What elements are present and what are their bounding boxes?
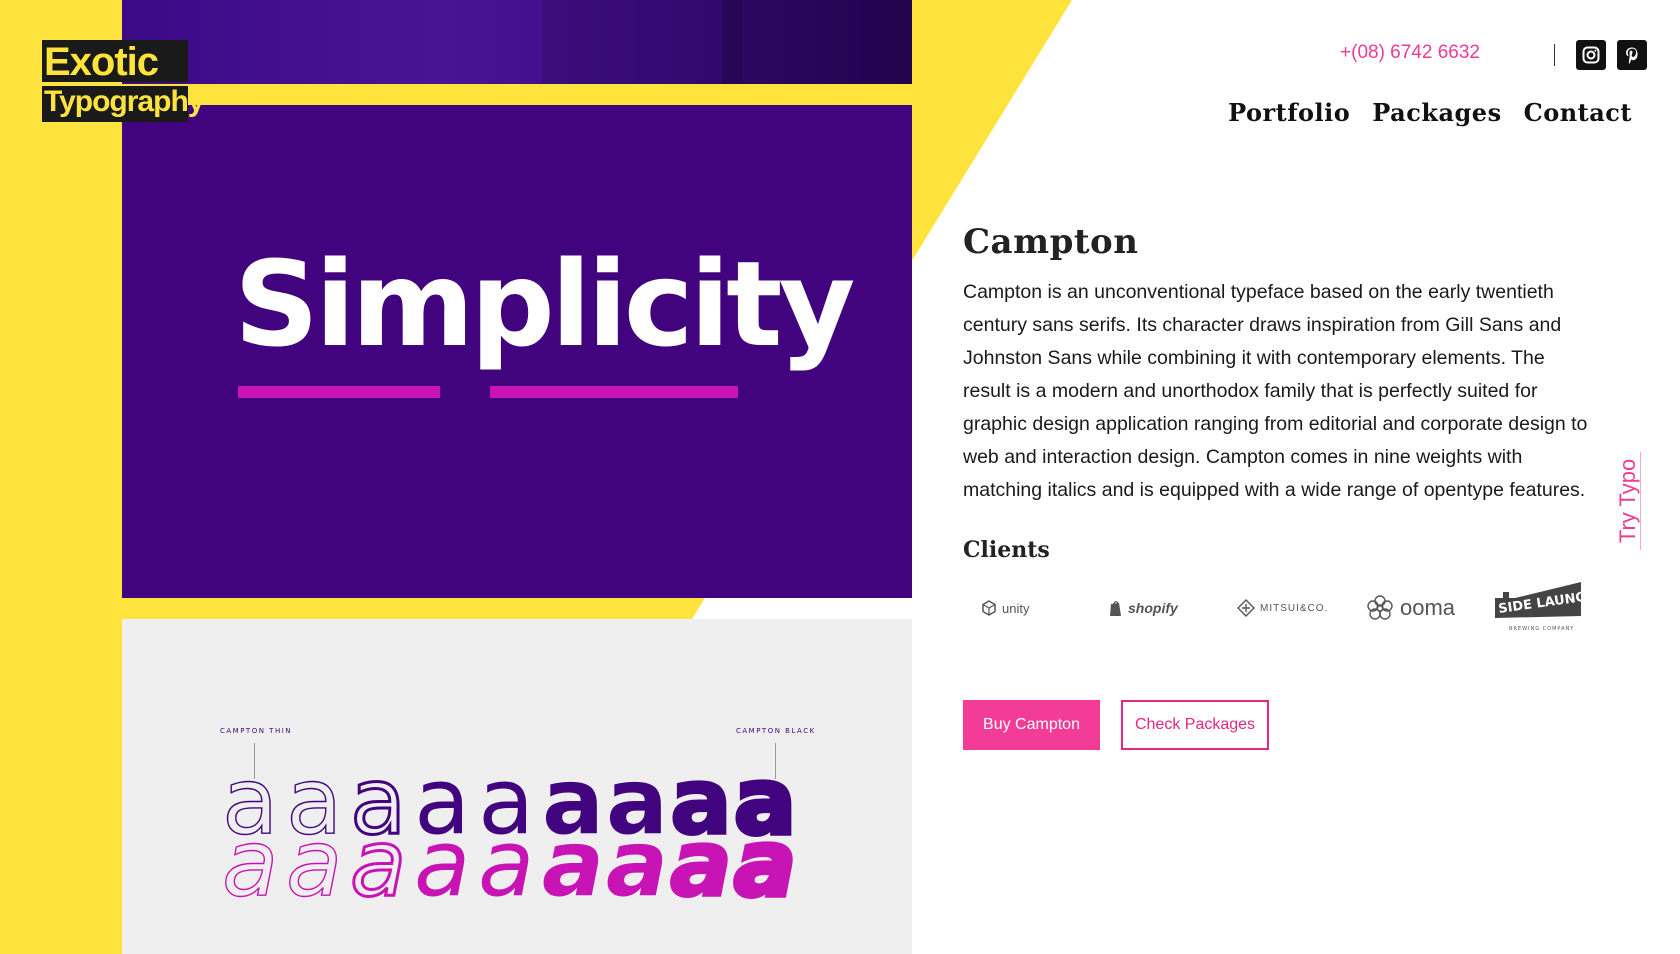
try-typo-label: Try Typo	[1615, 458, 1641, 544]
nav-packages[interactable]: Packages	[1372, 98, 1501, 127]
clients-heading: Clients	[963, 537, 1050, 563]
client-mitsui-label: MITSUI&CO.	[1260, 602, 1329, 614]
glyph-row-italic: aaaaaaaaa	[221, 810, 799, 917]
logo-text-line2: Typography	[44, 85, 204, 118]
svg-text:BREWING COMPANY: BREWING COMPANY	[1509, 626, 1574, 632]
nav-portfolio[interactable]: Portfolio	[1228, 98, 1350, 127]
pinterest-icon	[1626, 47, 1638, 64]
client-sidelaunch: SIDE LAUNCH BREWING COMPANY	[1493, 582, 1593, 634]
font-description: Campton is an unconventional typeface ba…	[963, 281, 1588, 501]
client-shopify-label: shopify	[1128, 600, 1178, 616]
ooma-icon	[1367, 595, 1393, 620]
instagram-icon	[1582, 46, 1600, 64]
client-unity-label: unity	[1002, 600, 1030, 616]
label-campton-thin: CAMPTON THIN	[220, 727, 293, 735]
logo-text-line1: Exotic	[44, 40, 159, 84]
specimen-glyph: a	[478, 810, 535, 917]
sidelaunch-icon: SIDE LAUNCH BREWING COMPANY	[1495, 582, 1585, 632]
site-logo[interactable]: Exotic Typography	[42, 40, 204, 122]
clients-logo-row: unity shopify MITSUI&CO. ooma SIDE LAUNC…	[981, 582, 1593, 634]
header-divider	[1554, 44, 1555, 66]
client-ooma: ooma	[1365, 593, 1493, 623]
client-shopify: shopify	[1109, 600, 1237, 617]
buy-campton-button[interactable]: Buy Campton	[963, 700, 1100, 750]
phone-link[interactable]: +(08) 6742 6632	[1340, 42, 1480, 64]
instagram-button[interactable]	[1576, 40, 1606, 70]
client-ooma-label: ooma	[1400, 595, 1456, 620]
hero-underline-right	[490, 386, 738, 398]
specimen-glyph: a	[606, 810, 669, 917]
specimen-glyph: a	[732, 810, 799, 917]
mitsui-icon	[1237, 599, 1255, 617]
specimen-glyph: a	[414, 810, 471, 917]
specimen-glyph: a	[542, 810, 605, 917]
unity-icon	[982, 600, 996, 616]
weights-specimen-panel: CAMPTON THIN CAMPTON BLACK aaaaaaaaa aaa…	[122, 619, 912, 954]
try-typo-tab[interactable]: Try Typo	[1612, 452, 1644, 550]
specimen-glyph: a	[221, 810, 279, 917]
font-title: Campton	[963, 222, 1139, 262]
specimen-glyph: a	[285, 810, 343, 917]
check-packages-button[interactable]: Check Packages	[1121, 700, 1269, 750]
shopify-icon	[1110, 600, 1121, 616]
hero-specimen-panel: Simplicity	[122, 105, 912, 598]
cta-button-row: Buy Campton Check Packages	[963, 700, 1269, 750]
main-nav: Portfolio Packages Contact	[1228, 98, 1632, 127]
nav-contact[interactable]: Contact	[1524, 98, 1632, 127]
specimen-glyph: a	[349, 810, 408, 917]
hero-specimen-word: Simplicity	[234, 235, 855, 373]
top-banner-image	[122, 0, 912, 84]
specimen-glyph: a	[669, 810, 734, 917]
label-campton-black: CAMPTON BLACK	[736, 727, 816, 735]
hero-underline-left	[238, 386, 440, 398]
font-detail-section: Campton Campton is an unconventional typ…	[963, 222, 1593, 750]
client-unity: unity	[981, 600, 1109, 616]
pinterest-button[interactable]	[1617, 40, 1647, 70]
client-mitsui: MITSUI&CO.	[1237, 599, 1365, 617]
